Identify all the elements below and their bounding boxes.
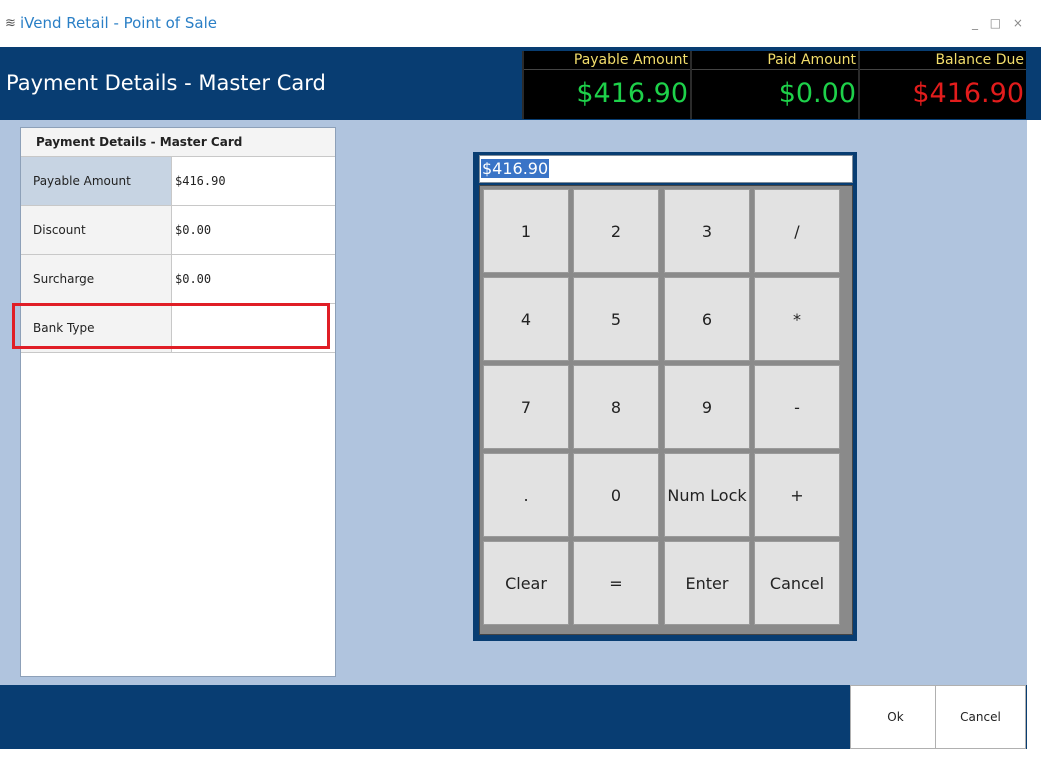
detail-value: $0.00 — [175, 223, 212, 237]
page-title: Payment Details - Master Card — [6, 71, 326, 95]
detail-key: Discount — [21, 206, 172, 254]
paid-amount-label: Paid Amount — [767, 52, 856, 68]
payable-amount-value: $416.90 — [576, 78, 688, 109]
window-title: iVend Retail - Point of Sale — [20, 14, 217, 32]
key-9[interactable]: 9 — [664, 365, 750, 449]
key-6[interactable]: 6 — [664, 277, 750, 361]
keypad-grid: 1 2 3 / 4 5 6 * 7 8 9 - . 0 Num Lock + C… — [479, 185, 853, 635]
keypad-input-value: $416.90 — [481, 159, 550, 178]
balance-due-label: Balance Due — [935, 52, 1024, 68]
cancel-button[interactable]: Cancel — [935, 685, 1026, 749]
detail-row-discount[interactable]: Discount $0.00 — [21, 206, 335, 255]
key-5[interactable]: 5 — [573, 277, 659, 361]
payable-amount-box: Payable Amount $416.90 — [522, 51, 690, 119]
key-3[interactable]: 3 — [664, 189, 750, 273]
key-plus[interactable]: + — [754, 453, 840, 537]
payment-details-panel: Payment Details - Master Card Payable Am… — [20, 127, 336, 677]
numeric-keypad: $416.90 1 2 3 / 4 5 6 * 7 8 9 - . 0 Num … — [473, 152, 857, 641]
key-multiply[interactable]: * — [754, 277, 840, 361]
key-num-lock[interactable]: Num Lock — [664, 453, 750, 537]
detail-key: Surcharge — [21, 255, 172, 303]
keypad-input[interactable]: $416.90 — [479, 155, 853, 183]
amount-summary: Payable Amount $416.90 Paid Amount $0.00… — [522, 51, 1026, 119]
title-bar: ≋ iVend Retail - Point of Sale _ □ × — [0, 0, 1041, 47]
key-decimal[interactable]: . — [483, 453, 569, 537]
window-controls[interactable]: _ □ × — [972, 16, 1027, 30]
key-2[interactable]: 2 — [573, 189, 659, 273]
details-heading: Payment Details - Master Card — [21, 128, 335, 157]
key-enter[interactable]: Enter — [664, 541, 750, 625]
key-cancel[interactable]: Cancel — [754, 541, 840, 625]
detail-value: $0.00 — [175, 272, 212, 286]
key-0[interactable]: 0 — [573, 453, 659, 537]
app-icon: ≋ — [5, 16, 16, 31]
balance-due-box: Balance Due $416.90 — [858, 51, 1026, 119]
key-4[interactable]: 4 — [483, 277, 569, 361]
detail-value: $416.90 — [175, 174, 226, 188]
key-divide[interactable]: / — [754, 189, 840, 273]
key-equals[interactable]: = — [573, 541, 659, 625]
balance-due-value: $416.90 — [912, 78, 1024, 109]
key-minus[interactable]: - — [754, 365, 840, 449]
detail-row-surcharge[interactable]: Surcharge $0.00 — [21, 255, 335, 304]
payable-amount-label: Payable Amount — [573, 52, 688, 68]
main-area: Payment Details - Master Card Payable Am… — [0, 120, 1027, 685]
key-8[interactable]: 8 — [573, 365, 659, 449]
paid-amount-value: $0.00 — [778, 78, 856, 109]
key-7[interactable]: 7 — [483, 365, 569, 449]
ok-button[interactable]: Ok — [850, 685, 941, 749]
key-1[interactable]: 1 — [483, 189, 569, 273]
detail-key: Payable Amount — [21, 157, 172, 205]
detail-row-payable-amount[interactable]: Payable Amount $416.90 — [21, 157, 335, 206]
bank-type-highlight — [12, 303, 330, 349]
paid-amount-box: Paid Amount $0.00 — [690, 51, 858, 119]
key-clear[interactable]: Clear — [483, 541, 569, 625]
